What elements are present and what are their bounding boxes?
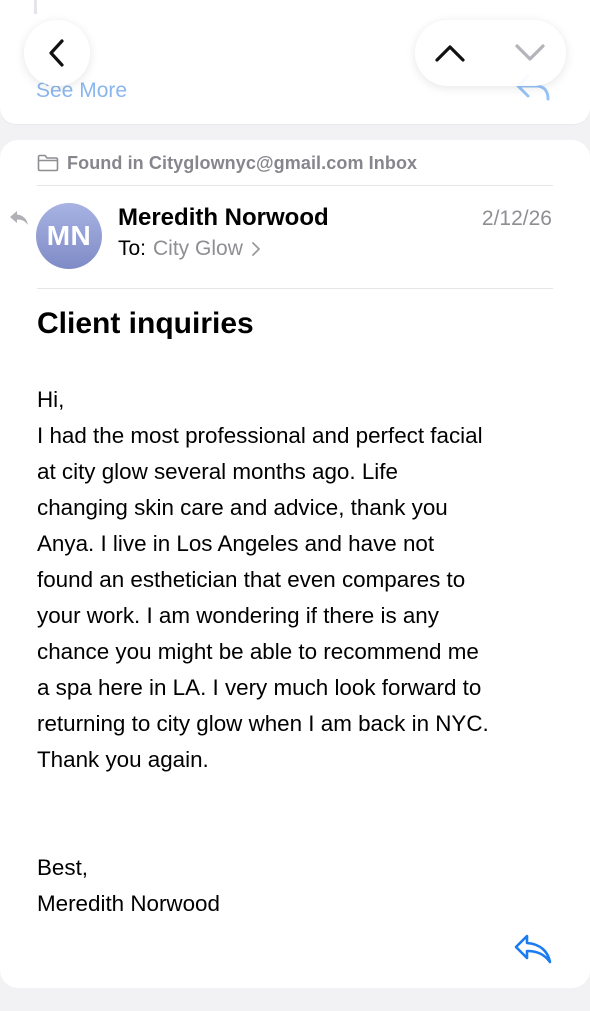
message-navigation bbox=[415, 20, 566, 86]
divider bbox=[37, 288, 553, 289]
previous-message-button[interactable] bbox=[415, 20, 485, 86]
next-message-button[interactable] bbox=[495, 20, 565, 86]
body-line: changing skin care and advice, thank you bbox=[37, 495, 448, 520]
body-line: at city glow several months ago. Life bbox=[37, 459, 398, 484]
recipient-line[interactable]: To: City Glow bbox=[118, 237, 261, 261]
found-in-mailbox[interactable]: Found in Cityglownyc@gmail.com Inbox bbox=[37, 152, 417, 174]
chevron-down-icon bbox=[515, 44, 545, 61]
chevron-right-icon bbox=[251, 242, 260, 256]
body-line: Thank you again. bbox=[37, 747, 209, 772]
found-in-label: Found in Cityglownyc@gmail.com Inbox bbox=[67, 152, 418, 173]
body-line: returning to city glow when I am back in… bbox=[37, 711, 489, 736]
body-line: found an esthetician that even compares … bbox=[37, 567, 466, 592]
folder-icon bbox=[37, 154, 59, 172]
replied-indicator-icon bbox=[10, 211, 28, 225]
body-line: your work. I am wondering if there is an… bbox=[37, 603, 439, 628]
avatar[interactable]: MN bbox=[36, 203, 102, 269]
message-body: Hi, I had the most professional and perf… bbox=[37, 382, 562, 778]
reply-icon[interactable] bbox=[512, 932, 554, 966]
previous-message-fragment bbox=[34, 0, 125, 14]
body-line: I had the most professional and perfect … bbox=[37, 423, 483, 448]
body-line: Hi, bbox=[37, 387, 65, 412]
message-signature: Best, Meredith Norwood bbox=[37, 850, 220, 922]
back-button[interactable] bbox=[24, 20, 90, 86]
message-card: Found in Cityglownyc@gmail.com Inbox MN … bbox=[0, 140, 590, 988]
divider bbox=[37, 185, 553, 186]
message-date: 2/12/26 bbox=[481, 207, 552, 230]
sender-name[interactable]: Meredith Norwood bbox=[118, 204, 329, 232]
closing-line: Best, bbox=[37, 855, 89, 880]
mail-message-screen: See More Found in Cityglownyc@gmail.com … bbox=[0, 0, 590, 1011]
signature-name: Meredith Norwood bbox=[37, 891, 220, 916]
body-line: a spa here in LA. I very much look forwa… bbox=[37, 675, 482, 700]
chevron-left-icon bbox=[49, 39, 64, 67]
recipient-name: City Glow bbox=[153, 237, 243, 260]
to-label: To: bbox=[118, 237, 147, 260]
message-subject: Client inquiries bbox=[37, 307, 254, 340]
body-line: chance you might be able to recommend me bbox=[37, 639, 479, 664]
chevron-up-icon bbox=[435, 45, 465, 62]
body-line: Anya. I live in Los Angeles and have not bbox=[37, 531, 435, 556]
